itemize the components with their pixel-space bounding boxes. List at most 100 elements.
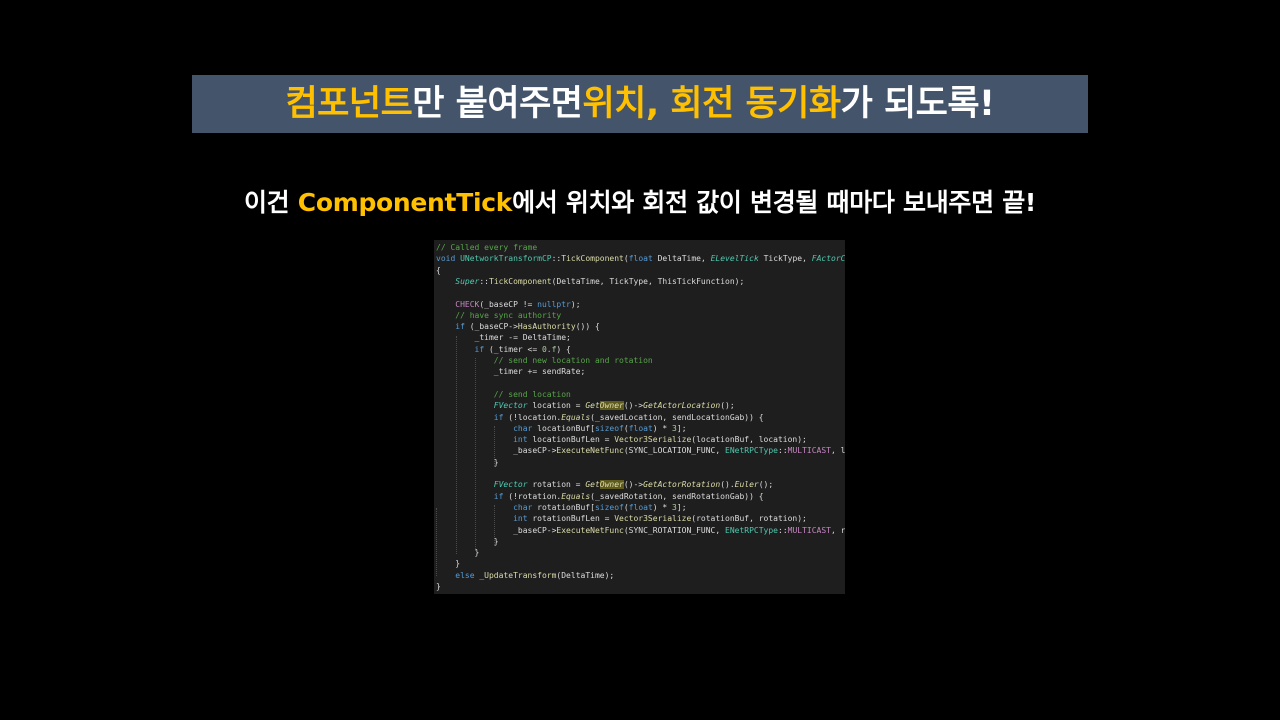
code-line: _baseCP->ExecuteNetFunc(SYNC_LOCATION_FU…: [436, 445, 845, 456]
code-token: char: [513, 502, 533, 512]
code-token: DeltaTime,: [652, 254, 711, 264]
code-token: ) *: [652, 423, 673, 433]
title-part-component: 컴포넌트: [285, 84, 413, 124]
code-token: {: [436, 265, 441, 275]
code-token: float: [628, 423, 653, 433]
code-token: _UpdateTransform: [479, 570, 557, 580]
code-token: MULTICAST: [787, 446, 831, 456]
code-token: rotationBuf[: [532, 502, 595, 512]
code-token: // have sync authority: [455, 310, 562, 320]
code-token: ();: [758, 480, 774, 490]
code-token: ELevelTick: [710, 254, 759, 264]
code-token: _timer -= DeltaTime;: [436, 333, 571, 343]
title-part-end: 가 되도록!: [840, 84, 995, 124]
code-token: CHECK: [455, 299, 480, 309]
code-token: // Called every frame: [436, 243, 538, 252]
code-token: FVector: [493, 480, 528, 490]
code-token: , locationBuf, locationBufLen);: [831, 446, 845, 456]
code-line: char locationBuf[sizeof(float) * 3];: [436, 423, 686, 434]
code-token: ::: [778, 446, 788, 456]
code-line: Super::TickComponent(DeltaTime, TickType…: [436, 276, 744, 287]
code-line: // Called every frame: [436, 242, 537, 253]
code-token: ().: [720, 480, 735, 490]
code-token: location =: [527, 401, 586, 411]
code-token: _baseCP->: [436, 446, 557, 456]
code-token: GetActorLocation: [643, 401, 721, 411]
code-token: else: [455, 570, 475, 580]
code-token: (_baseCP->: [464, 322, 518, 332]
code-token: }: [436, 548, 480, 558]
code-token: nullptr: [537, 299, 571, 309]
code-line: // have sync authority: [436, 310, 561, 321]
code-line: if (_baseCP->HasAuthority()) {: [436, 321, 600, 332]
code-token: int: [513, 435, 528, 445]
code-token: sizeof: [594, 423, 624, 433]
code-token: if: [493, 491, 504, 501]
code-token: _baseCP->: [436, 525, 557, 535]
code-line: {: [436, 265, 441, 276]
code-token: (_timer <=: [484, 344, 542, 354]
code-token: rotation =: [527, 480, 586, 490]
code-token: float: [628, 502, 653, 512]
code-token: Owner: [599, 480, 624, 490]
code-line: // send location: [436, 389, 571, 400]
code-token: FActorComponentTickFunction: [811, 254, 845, 264]
code-line: }: [436, 536, 499, 547]
code-token: Vector3Serialize: [614, 514, 692, 524]
code-line: FVector location = GetOwner()->GetActorL…: [436, 400, 735, 411]
title-banner: 컴포넌트 만 붙여주면 위치, 회전 동기화 가 되도록!: [192, 75, 1088, 133]
code-line: }: [436, 547, 480, 558]
code-line: int locationBufLen = Vector3Serialize(lo…: [436, 434, 807, 445]
code-line: if (_timer <= 0.f) {: [436, 344, 571, 355]
code-token: void: [436, 254, 461, 264]
code-token: }: [436, 582, 441, 591]
code-token: locationBufLen =: [527, 435, 615, 445]
code-token: _timer += sendRate;: [436, 367, 586, 377]
code-token: 0.f: [541, 344, 557, 354]
code-token: Vector3Serialize: [614, 435, 692, 445]
code-line: char rotationBuf[sizeof(float) * 3];: [436, 502, 687, 513]
code-token: , rotationBuf, rotationBufLen);: [831, 525, 845, 535]
code-line: }: [436, 457, 499, 468]
code-token: ];: [676, 502, 687, 512]
code-token: int: [513, 514, 528, 524]
code-line: }: [436, 558, 460, 569]
code-token: TickComponent: [489, 276, 552, 286]
code-line: if (!rotation.Equals(_savedRotation, sen…: [436, 491, 764, 502]
code-token: TickComponent: [561, 254, 624, 264]
code-token: ()->: [623, 480, 644, 490]
code-token: if: [474, 344, 485, 354]
code-token: Equals: [561, 491, 591, 501]
code-token: (_savedRotation, sendRotationGab)) {: [590, 491, 764, 501]
code-screenshot: // Called every frame void UNetworkTransf…: [434, 240, 845, 594]
code-line: }: [436, 581, 441, 592]
code-token: FVector: [493, 401, 528, 411]
code-token: (_savedLocation, sendLocationGab)) {: [590, 412, 764, 422]
code-token: ExecuteNetFunc: [556, 446, 624, 456]
code-token: rotationBufLen =: [527, 514, 615, 524]
code-token: Super: [455, 276, 480, 286]
code-token: (!rotation.: [503, 491, 562, 501]
title-part-sync: 위치, 회전 동기화: [582, 84, 841, 124]
code-token: // send new location and rotation: [493, 356, 653, 365]
subtitle: 이건 ComponentTick에서 위치와 회전 값이 변경될 때마다 보내주…: [0, 180, 1280, 226]
code-token: ::: [551, 254, 562, 264]
code-token: (SYNC_LOCATION_FUNC,: [623, 446, 726, 456]
code-token: (DeltaTime, TickType, ThisTickFunction);: [551, 276, 745, 286]
code-token: }: [436, 457, 499, 467]
code-token: ()) {: [575, 322, 600, 332]
code-token: TickType,: [758, 254, 812, 264]
code-token: (locationBuf, location);: [691, 435, 807, 445]
code-token: (DeltaTime);: [556, 570, 615, 580]
code-token: ) {: [556, 344, 571, 354]
